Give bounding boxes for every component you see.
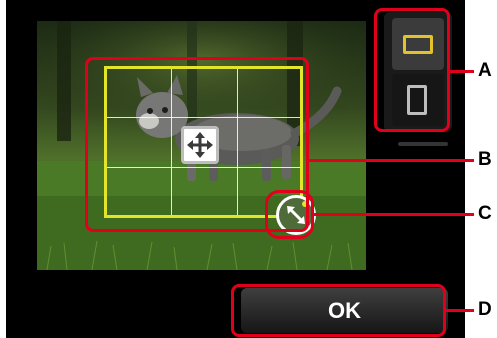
callout-label-b: B [478,149,492,170]
callout-outline-a [374,8,450,132]
orientation-scroll-bar [398,142,448,146]
callout-outline-d [231,284,446,337]
leader-line-a [450,70,474,73]
leader-line-c [314,213,474,216]
leader-line-b [309,159,474,162]
callout-outline-c [265,190,314,239]
callout-label-a: A [478,60,492,81]
callout-label-c: C [478,203,492,224]
leader-line-d [446,309,474,312]
callout-label-d: D [478,299,492,320]
